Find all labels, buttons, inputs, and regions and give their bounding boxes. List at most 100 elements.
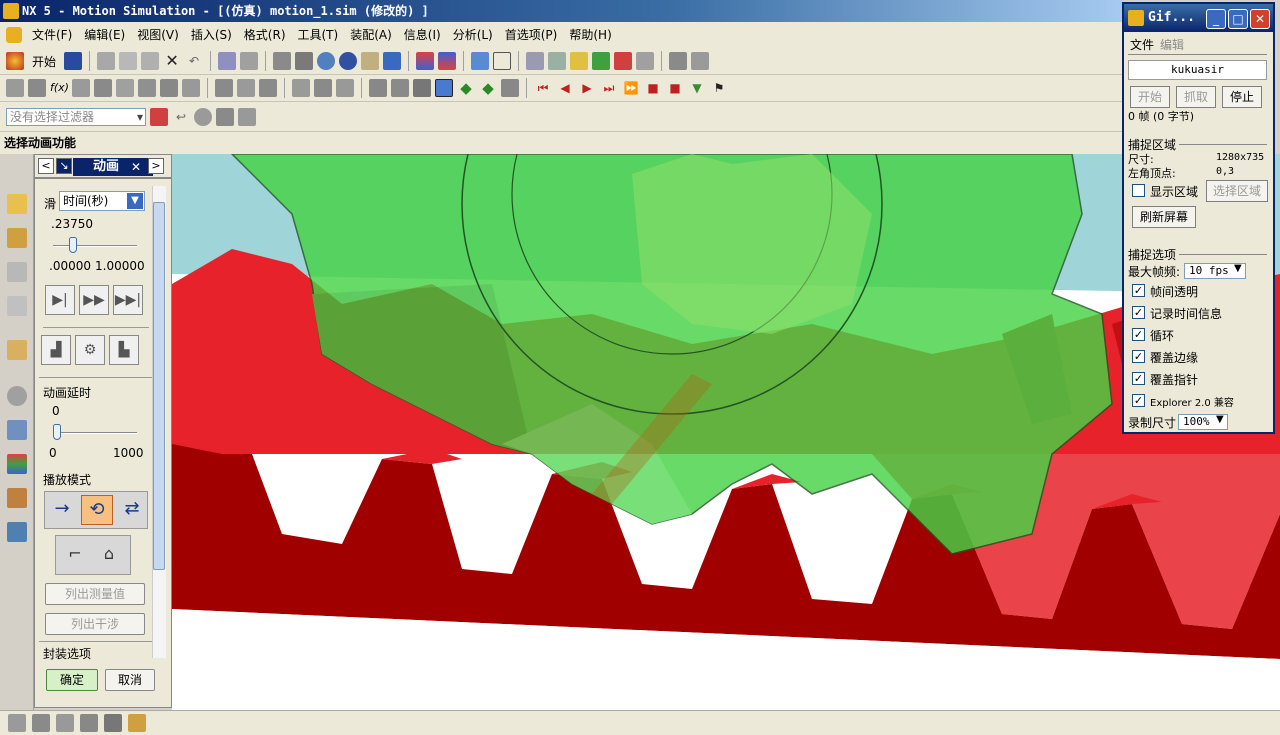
chevron-down-icon[interactable]: ▼ [1234,263,1242,274]
play-icon[interactable]: ▶ [578,79,596,97]
step-back-icon[interactable]: ◀ [556,79,574,97]
analyze-icon[interactable] [636,52,655,70]
menu-format[interactable]: 格式(R) [238,22,292,48]
trace-envelope-icon[interactable]: ⌂ [96,544,122,568]
menu-preferences[interactable]: 首选项(P) [499,22,564,48]
gif-start-button[interactable]: 开始 [1130,86,1170,108]
start-icon[interactable] [6,52,24,70]
wave-icon[interactable] [8,714,26,732]
check-icon[interactable] [592,52,611,70]
spring-icon[interactable] [72,79,90,97]
graphics-viewport[interactable] [172,154,1280,710]
measure-clearance-icon[interactable]: ▙ [109,335,139,365]
selection-scope-icon[interactable] [150,107,168,126]
box-icon[interactable] [413,79,431,97]
marker-icon[interactable] [215,79,233,97]
select-area-button[interactable]: 选择区域 [1206,180,1268,202]
time-slider-track[interactable] [53,245,137,247]
maximize-icon[interactable]: □ [1228,9,1248,29]
curve-icon[interactable] [548,52,567,70]
camera-icon[interactable] [383,52,402,70]
undo-select-icon[interactable]: ↩ [172,108,190,126]
step-forward-icon[interactable]: ▶▶ [79,285,109,315]
palette-icon[interactable] [7,454,27,474]
link-icon[interactable] [6,79,24,97]
panel-forward-icon[interactable]: > [148,158,164,174]
sensor-icon[interactable] [237,79,255,97]
panel-back-icon[interactable]: < [38,158,54,174]
ok-button[interactable]: 确定 [46,669,98,691]
force-icon[interactable] [160,79,178,97]
chevron-down-icon[interactable]: ▼ [127,193,143,209]
close-icon[interactable]: ✕ [1250,9,1270,29]
snapshot-icon[interactable] [361,52,380,70]
step-forward-icon[interactable]: ⏭ [600,79,618,97]
torque-icon[interactable] [182,79,200,97]
damper-icon[interactable] [94,79,112,97]
gif-menu-file[interactable]: 文件 [1130,36,1154,53]
measure-icon[interactable] [669,52,688,70]
panel-scrollbar-thumb[interactable] [153,202,165,570]
refresh-screen-button[interactable]: 刷新屏幕 [1132,206,1196,228]
time-slider-thumb[interactable] [68,237,77,253]
loop-mode-icon[interactable]: ⟲ [81,495,113,525]
add-component-icon[interactable] [128,714,146,732]
copy-icon[interactable] [119,52,138,70]
assembly-navigator-icon[interactable] [7,228,27,248]
fast-forward-end-icon[interactable]: ▶▶| [113,285,143,315]
step-forward-green-icon[interactable]: ◆ [479,79,497,97]
shaded-cube-icon[interactable] [471,52,490,70]
option-checkbox[interactable]: ✓ [1132,372,1145,385]
rewind-start-icon[interactable]: ⏮ [534,79,552,97]
render-icon[interactable] [416,52,435,70]
solver-icon[interactable] [259,79,277,97]
loop-icon[interactable] [501,79,519,97]
web-browser-icon[interactable] [7,420,27,440]
joint-icon[interactable] [614,52,633,70]
deselect-icon[interactable] [238,107,256,126]
constraint-navigator-icon[interactable] [7,296,27,316]
system-materials-icon[interactable] [7,522,27,542]
paste-icon[interactable] [141,52,160,70]
part-navigator-icon[interactable] [7,262,27,282]
menu-analysis[interactable]: 分析(L) [447,22,499,48]
start-button[interactable]: 开始 [32,53,56,70]
app-menu-icon[interactable] [6,27,22,43]
delay-slider-thumb[interactable] [53,424,61,440]
rack-pinion-icon[interactable] [314,79,332,97]
sketch-icon[interactable] [32,714,50,732]
trace-icon[interactable]: ▟ [41,335,71,365]
reuse-library-icon[interactable] [7,340,27,360]
minimize-icon[interactable]: _ [1206,9,1226,29]
menu-edit[interactable]: 编辑(E) [78,22,131,48]
option-checkbox[interactable]: ✓ [1132,284,1145,297]
bushing-icon[interactable] [116,79,134,97]
component-icon[interactable] [104,714,122,732]
menu-info[interactable]: 信息(I) [398,22,447,48]
play-forward-icon[interactable]: ▶| [45,285,75,315]
option-checkbox[interactable]: ✓ [1132,350,1145,363]
snap-point-icon[interactable] [216,107,234,126]
cancel-button[interactable]: 取消 [105,669,155,691]
show-area-checkbox[interactable] [1132,184,1145,197]
shape-icon[interactable] [369,79,387,97]
menu-file[interactable]: 文件(F) [26,22,78,48]
joint-tool-icon[interactable] [28,79,46,97]
delay-slider-track[interactable] [53,432,137,434]
pause-icon[interactable]: ■ [644,79,662,97]
contact-icon[interactable] [138,79,156,97]
ruler-icon[interactable] [691,52,710,70]
explode-icon[interactable]: ⚙ [75,335,105,365]
function-icon[interactable]: f(x) [50,79,69,97]
gear-pair-icon[interactable] [292,79,310,97]
spark-icon[interactable] [570,52,589,70]
gif-stop-button[interactable]: 停止 [1222,86,1262,108]
menu-view[interactable]: 视图(V) [131,22,185,48]
layer-icon[interactable] [240,52,259,70]
fit-icon[interactable] [273,52,292,70]
gif-capture-button[interactable]: 抓取 [1176,86,1216,108]
view-icon[interactable] [218,52,237,70]
option-checkbox[interactable]: ✓ [1132,394,1145,407]
save-icon[interactable] [64,52,83,70]
constraint-icon[interactable] [80,714,98,732]
